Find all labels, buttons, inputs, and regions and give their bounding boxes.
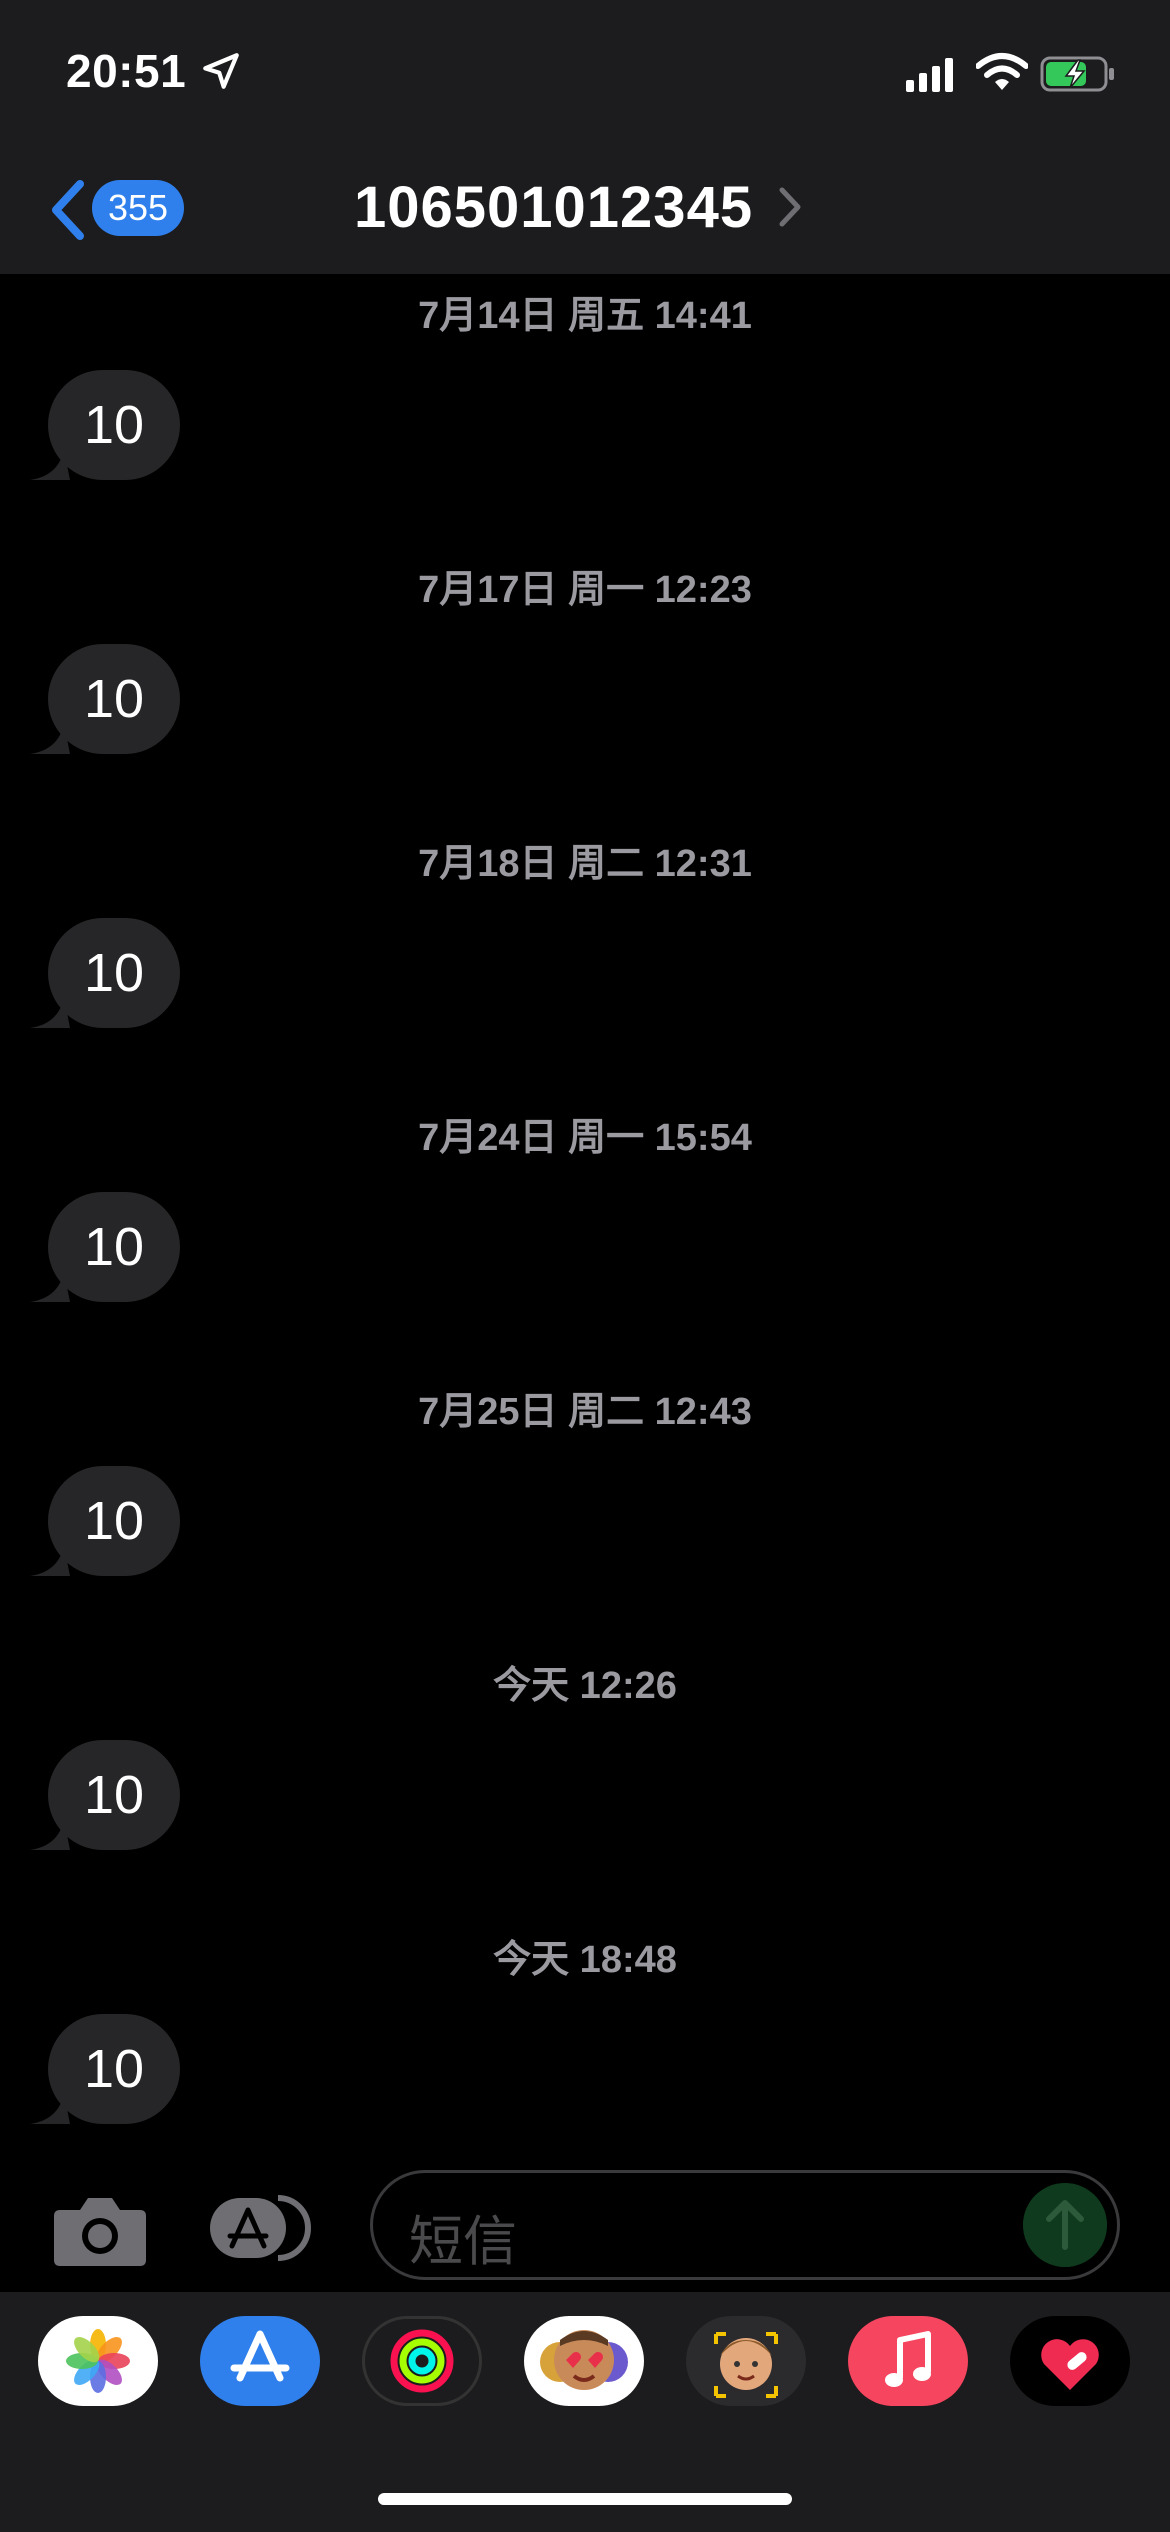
music-icon[interactable] [848, 2316, 968, 2406]
back-unread-badge[interactable]: 355 [92, 180, 185, 236]
camera-icon[interactable] [50, 2190, 150, 2270]
message-bubble[interactable]: 10 [48, 370, 180, 480]
send-arrow-icon[interactable] [1023, 2183, 1107, 2267]
animoji-icon[interactable] [524, 2316, 644, 2406]
message-timestamp: 7月18日 周二 12:31 [418, 843, 752, 885]
message-timestamp: 7月17日 周一 12:23 [418, 569, 752, 611]
incoming-message[interactable]: 10 [30, 918, 210, 1038]
message-bubble[interactable]: 10 [48, 918, 180, 1028]
memoji-icon[interactable] [686, 2316, 806, 2406]
message-timestamp: 7月14日 周五 14:41 [418, 295, 752, 337]
message-timestamp: 7月25日 周二 12:43 [418, 1391, 752, 1433]
message-bubble[interactable]: 10 [48, 1192, 180, 1302]
incoming-message[interactable]: 10 [30, 644, 210, 764]
incoming-message[interactable]: 10 [30, 1466, 210, 1586]
chevron-right-icon[interactable] [778, 186, 802, 228]
back-chevron-icon[interactable] [48, 178, 88, 242]
message-thread[interactable]: 7月14日 周五 14:41 10 7月17日 周一 12:23 10 7月18… [0, 274, 1170, 2160]
location-arrow-icon [203, 53, 239, 89]
message-input-placeholder: 短信 [409, 2212, 517, 2272]
message-bubble[interactable]: 10 [48, 1466, 180, 1576]
message-bubble[interactable]: 10 [48, 644, 180, 754]
app-store-apps-icon[interactable] [208, 2190, 318, 2266]
message-timestamp: 今天 18:48 [493, 1939, 677, 1981]
wifi-icon [976, 53, 1028, 90]
activity-icon[interactable] [362, 2316, 482, 2406]
battery-charging-icon [1040, 56, 1114, 92]
message-bubble[interactable]: 10 [48, 1740, 180, 1850]
contact-title[interactable]: 106501012345 [354, 174, 753, 241]
message-input[interactable]: 短信 [370, 2170, 1120, 2280]
home-indicator[interactable] [378, 2493, 792, 2505]
message-timestamp: 7月24日 周一 15:54 [418, 1117, 752, 1159]
photos-icon[interactable] [38, 2316, 158, 2406]
status-time: 20:51 [66, 45, 187, 97]
message-bubble[interactable]: 10 [48, 2014, 180, 2124]
message-timestamp: 今天 12:26 [493, 1665, 677, 1707]
cellular-signal-icon [906, 58, 953, 92]
incoming-message[interactable]: 10 [30, 1740, 210, 1860]
incoming-message[interactable]: 10 [30, 1192, 210, 1312]
incoming-message[interactable]: 10 [30, 2014, 210, 2134]
incoming-message[interactable]: 10 [30, 370, 210, 490]
navigation-header: 20:51 355 106501012345 [0, 0, 1170, 274]
app-store-icon[interactable] [200, 2316, 320, 2406]
heart-sticker-icon[interactable] [1010, 2316, 1130, 2406]
